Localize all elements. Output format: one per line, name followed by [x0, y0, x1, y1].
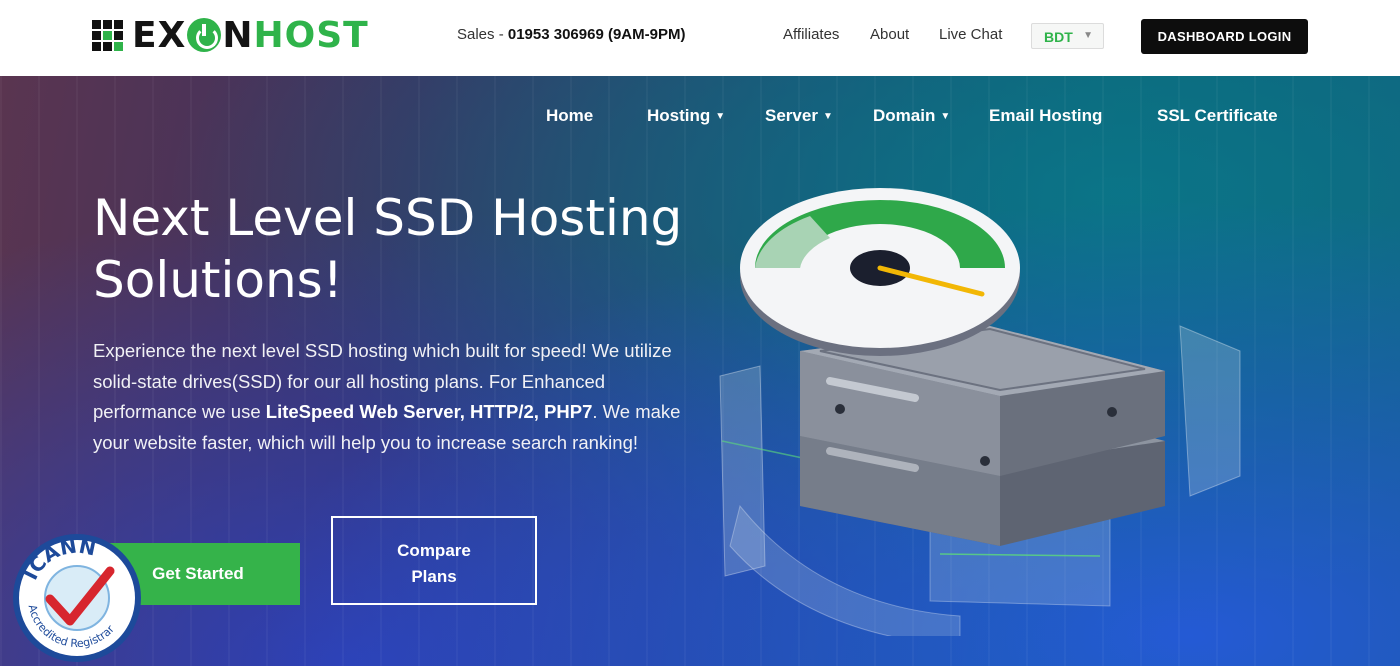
about-link[interactable]: About	[870, 26, 909, 43]
logo-text: EX NHOST	[132, 16, 369, 56]
nav-home-label: Home	[546, 106, 594, 125]
logo-text-ex: EX	[132, 15, 187, 56]
ssd-speedometer-illustration	[719, 188, 1241, 636]
caret-down-icon: ▼	[715, 111, 726, 122]
caret-down-icon: ▼	[940, 111, 951, 122]
currency-select[interactable]: BDT ▼	[1031, 23, 1104, 49]
logo-grid-icon	[92, 20, 124, 52]
nav-ssl-certificate[interactable]: SSL Certificate	[1157, 106, 1278, 126]
hero-title-line1: Next Level SSD Hosting	[93, 189, 683, 247]
sales-phone[interactable]: 01953 306969 (9AM-9PM)	[508, 26, 686, 43]
nav-server-label: Server	[765, 106, 818, 125]
nav-hosting[interactable]: Hosting ▼	[647, 106, 725, 126]
nav-hosting-label: Hosting	[647, 106, 711, 125]
chevron-down-icon: ▼	[1083, 30, 1093, 41]
caret-down-icon: ▼	[822, 111, 833, 122]
power-icon	[187, 18, 222, 52]
compare-plans-line2: Plans	[411, 567, 457, 586]
nav-domain[interactable]: Domain ▼	[873, 106, 950, 126]
affiliates-link[interactable]: Affiliates	[783, 26, 839, 43]
hero-description: Experience the next level SSD hosting wh…	[93, 336, 693, 458]
nav-email-hosting[interactable]: Email Hosting	[989, 106, 1102, 126]
live-chat-link[interactable]: Live Chat	[939, 26, 1002, 43]
sales-label: Sales -	[457, 26, 508, 43]
logo-text-n: N	[222, 15, 254, 56]
nav-ssl-label: SSL Certificate	[1157, 106, 1278, 125]
currency-value: BDT	[1044, 29, 1073, 45]
compare-plans-button[interactable]: Compare Plans	[331, 516, 537, 605]
icann-accredited-badge: ICANN Accredited Registrar	[13, 534, 141, 662]
top-bar: EX NHOST Sales - 01953 306969 (9AM-9PM) A…	[0, 0, 1400, 76]
nav-domain-label: Domain	[873, 106, 936, 125]
hero-description-bold: LiteSpeed Web Server, HTTP/2, PHP7	[265, 401, 593, 423]
nav-server[interactable]: Server ▼	[765, 106, 833, 126]
compare-plans-line1: Compare	[397, 541, 471, 560]
dashboard-login-button[interactable]: DASHBOARD LOGIN	[1141, 19, 1308, 54]
nav-email-hosting-label: Email Hosting	[989, 106, 1103, 125]
logo-text-host: HOST	[253, 15, 369, 56]
logo[interactable]: EX NHOST	[92, 16, 369, 56]
hero-title-line2: Solutions!	[93, 251, 343, 309]
sales-contact: Sales - 01953 306969 (9AM-9PM)	[457, 26, 685, 43]
hero-section: Home Hosting ▼ Server ▼ Domain ▼ Email Host…	[0, 76, 1400, 666]
nav-home[interactable]: Home	[546, 106, 593, 126]
hero-title: Next Level SSD Hosting Solutions!	[93, 187, 733, 311]
